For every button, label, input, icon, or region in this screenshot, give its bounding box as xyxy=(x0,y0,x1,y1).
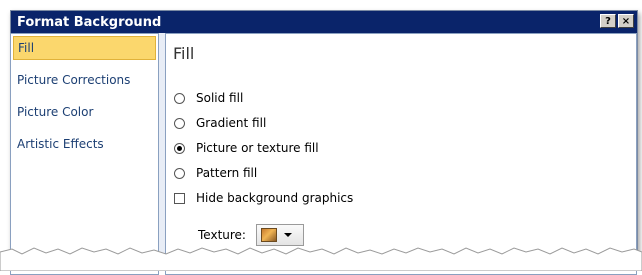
texture-dropdown-button[interactable] xyxy=(255,224,304,246)
picture-texture-fill-option[interactable]: Picture or texture fill xyxy=(174,141,319,155)
title-bar: Format Background ? × xyxy=(11,11,637,33)
sidebar-item-picture-color[interactable]: Picture Color xyxy=(11,100,158,124)
close-button[interactable]: × xyxy=(618,14,634,28)
category-sidebar: Fill Picture Corrections Picture Color A… xyxy=(10,33,159,275)
pattern-fill-label: Pattern fill xyxy=(196,166,258,180)
hide-background-graphics-label: Hide background graphics xyxy=(196,191,354,205)
hide-background-graphics-option[interactable]: Hide background graphics xyxy=(174,191,353,205)
picture-texture-fill-label: Picture or texture fill xyxy=(196,141,319,155)
pattern-fill-option[interactable]: Pattern fill xyxy=(174,166,257,180)
texture-swatch-icon xyxy=(260,228,277,242)
gradient-fill-option[interactable]: Gradient fill xyxy=(174,116,266,130)
sidebar-item-artistic-effects[interactable]: Artistic Effects xyxy=(11,132,158,156)
texture-row: Texture: xyxy=(198,224,304,246)
picture-texture-fill-radio[interactable] xyxy=(174,142,185,154)
solid-fill-radio[interactable] xyxy=(174,92,185,104)
gradient-fill-label: Gradient fill xyxy=(196,116,267,130)
hide-background-graphics-checkbox[interactable] xyxy=(174,192,185,204)
pattern-fill-radio[interactable] xyxy=(174,167,185,179)
texture-label: Texture: xyxy=(198,228,246,242)
panel-heading: Fill xyxy=(173,44,195,63)
fill-panel: Fill Solid fill Gradient fill Picture or… xyxy=(165,33,637,275)
gradient-fill-radio[interactable] xyxy=(174,117,185,129)
title-buttons: ? × xyxy=(600,14,634,28)
chevron-down-icon xyxy=(283,233,292,237)
dialog-title: Format Background xyxy=(17,14,162,30)
solid-fill-option[interactable]: Solid fill xyxy=(174,91,243,105)
sidebar-item-picture-corrections[interactable]: Picture Corrections xyxy=(11,68,158,92)
solid-fill-label: Solid fill xyxy=(196,91,244,105)
torn-edge xyxy=(0,247,642,271)
sidebar-item-fill[interactable]: Fill xyxy=(13,36,156,60)
help-button[interactable]: ? xyxy=(600,14,616,28)
